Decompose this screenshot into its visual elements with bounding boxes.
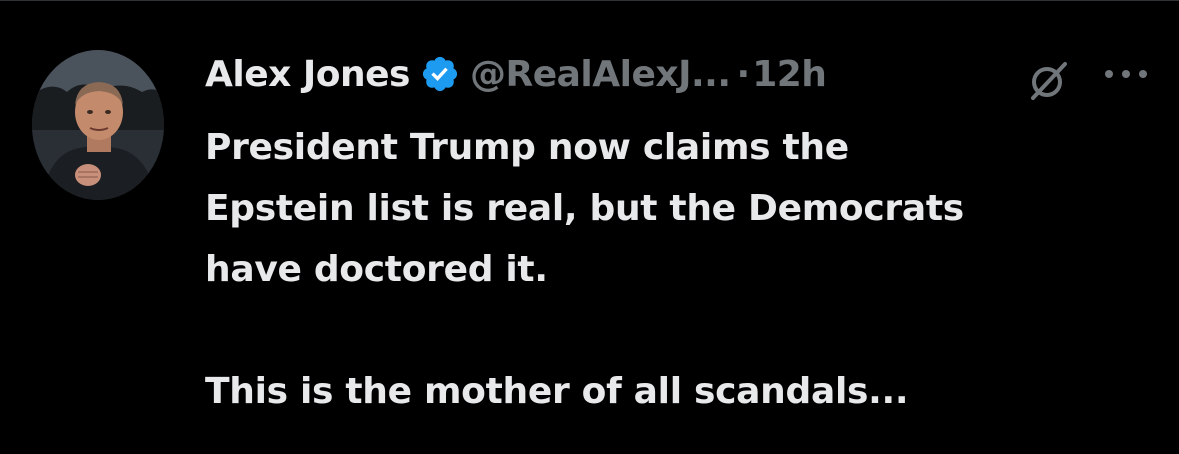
- tweet-text-line: Epstein list is real, but the Democrats: [205, 188, 964, 229]
- tweet-text-line: This is the mother of all scandals...: [205, 371, 909, 412]
- avatar-image: [32, 50, 164, 200]
- timestamp[interactable]: 12h: [752, 54, 827, 95]
- paragraph-break: [205, 300, 1165, 361]
- display-name[interactable]: Alex Jones: [205, 54, 410, 95]
- grok-icon[interactable]: [1025, 56, 1073, 104]
- avatar[interactable]: [32, 50, 164, 200]
- separator-dot: ·: [736, 53, 751, 95]
- tweet[interactable]: Alex Jones @RealAlexJ... · 12h President…: [0, 0, 1179, 454]
- tweet-text-line: have doctored it.: [205, 249, 548, 290]
- tweet-header: Alex Jones @RealAlexJ... · 12h: [205, 50, 827, 98]
- tweet-text-line: President Trump now claims the: [205, 127, 849, 168]
- tweet-text: President Trump now claims the Epstein l…: [205, 117, 1165, 422]
- verified-badge-icon[interactable]: [420, 54, 460, 94]
- author-handle[interactable]: @RealAlexJ...: [470, 54, 731, 95]
- more-options-icon[interactable]: [1103, 66, 1149, 82]
